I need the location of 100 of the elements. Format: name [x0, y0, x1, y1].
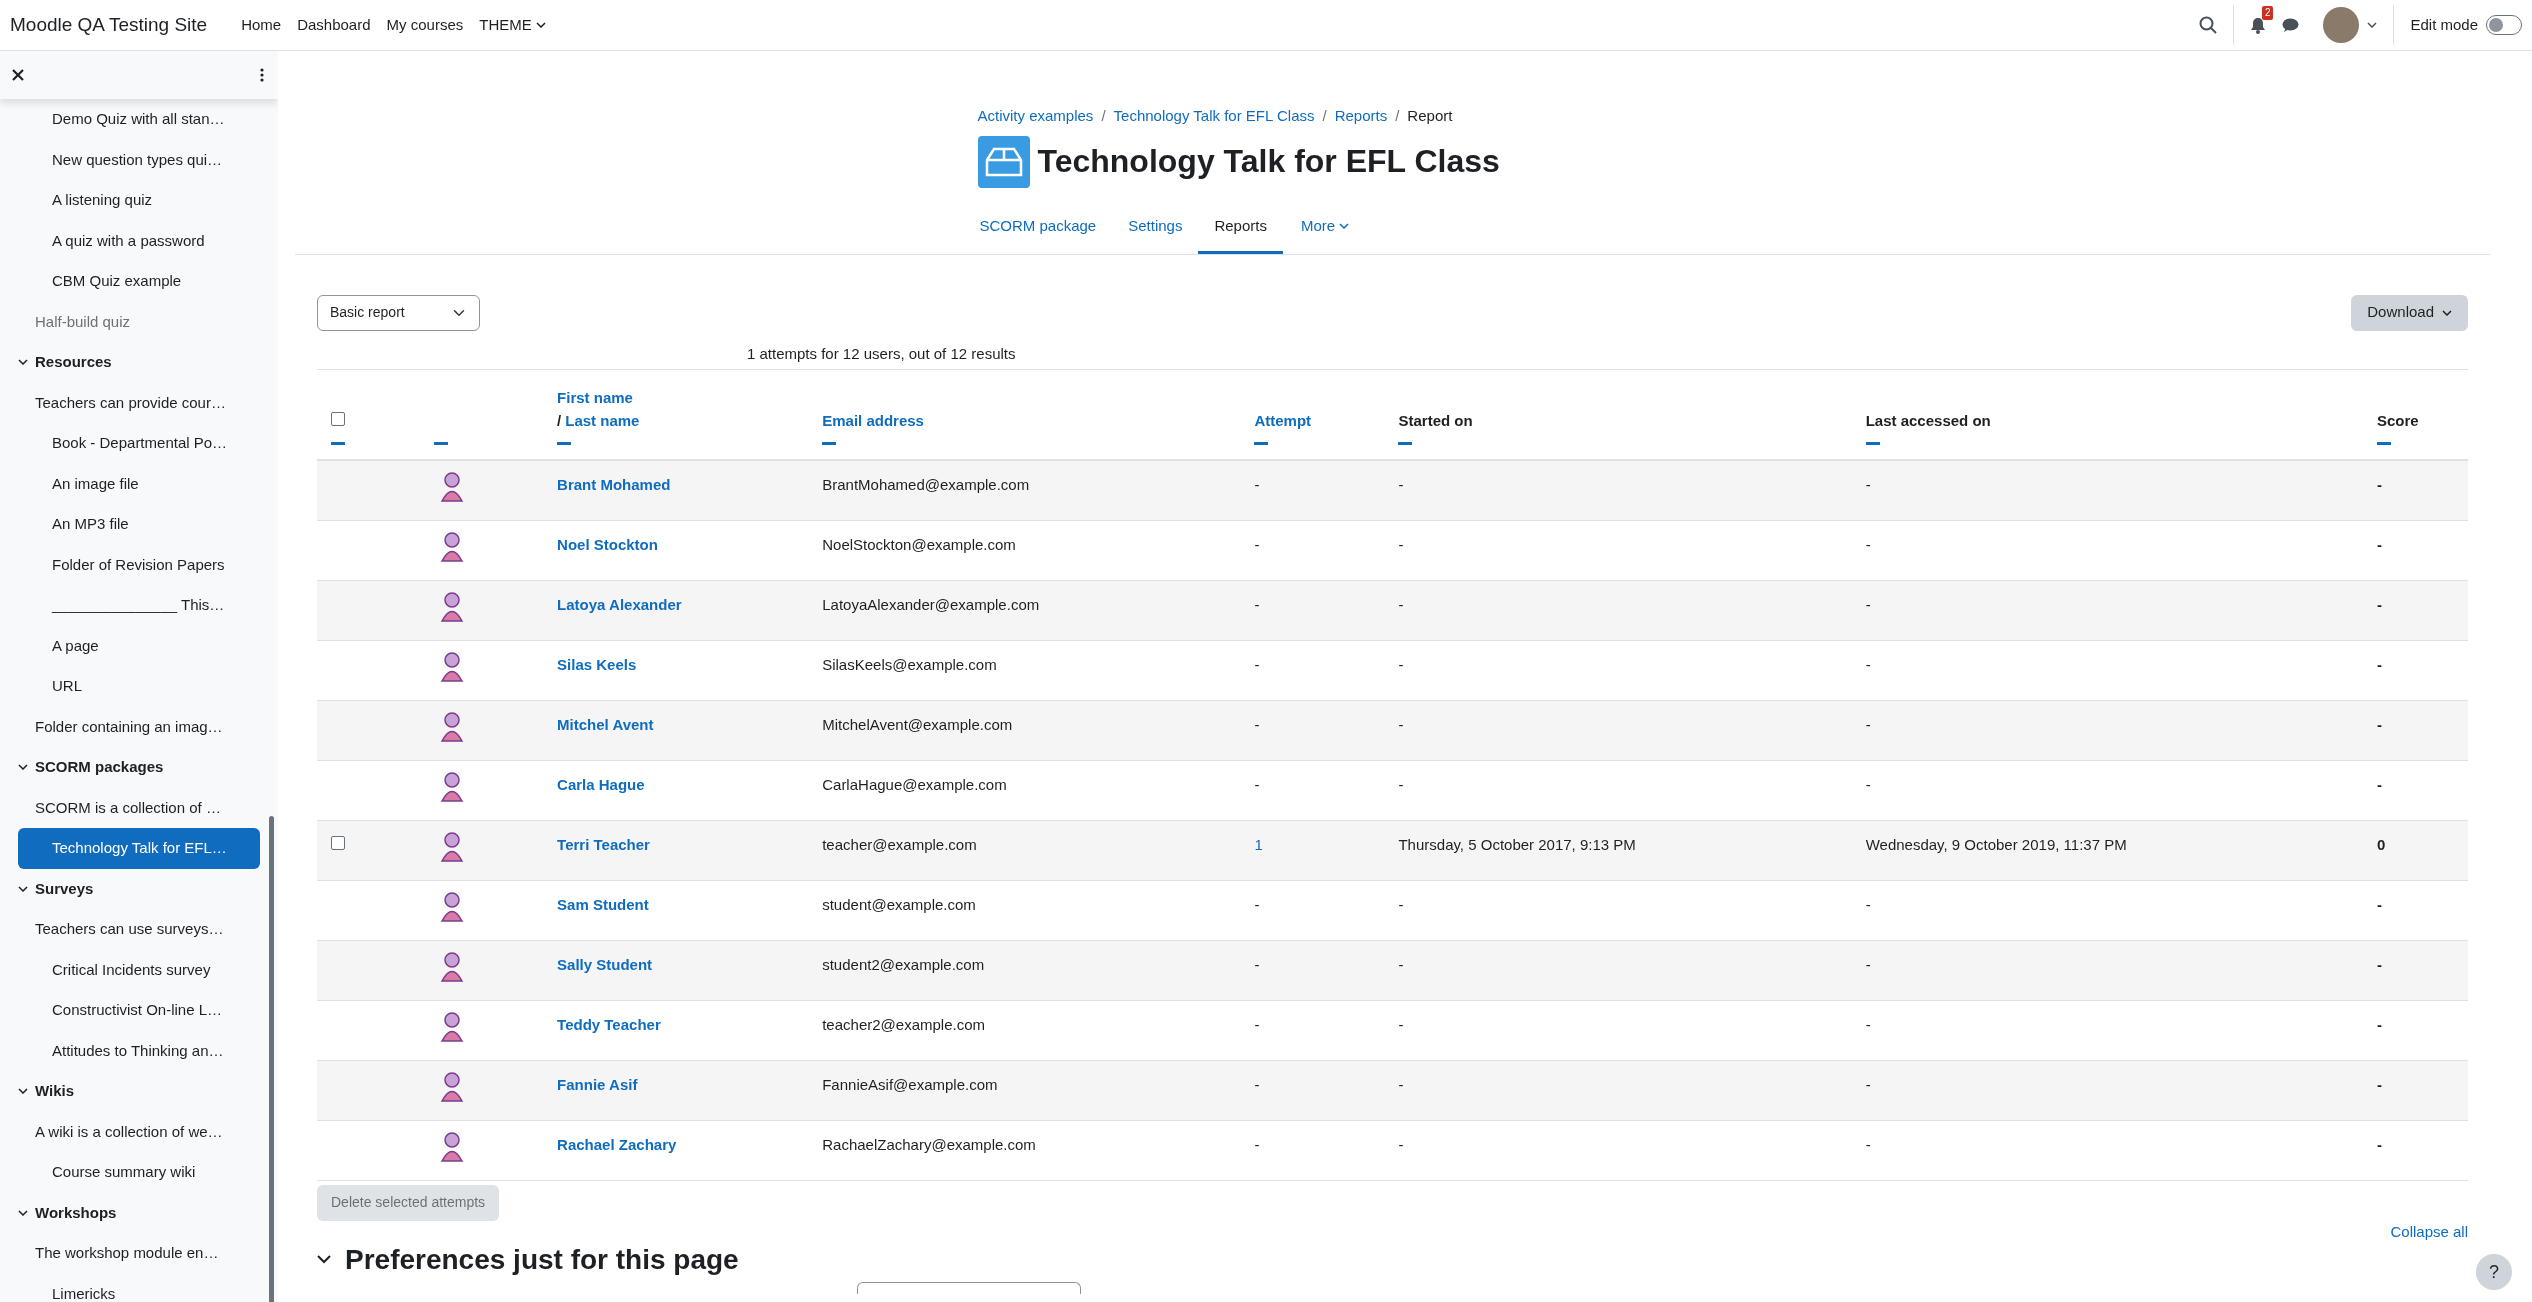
last-accessed-text: -: [1865, 535, 1871, 553]
course-index-item[interactable]: _______________ This…: [18, 585, 260, 626]
course-section[interactable]: Workshops: [18, 1192, 260, 1233]
email-text: NoelStockton@example.com: [822, 535, 1016, 553]
course-index-item[interactable]: URL: [18, 666, 260, 707]
nav-link[interactable]: Dashboard: [297, 13, 371, 37]
email-text: SilasKeels@example.com: [822, 655, 997, 673]
course-index-item[interactable]: Demo Quiz with all stan…: [18, 99, 260, 140]
tab[interactable]: SCORM package: [977, 201, 1099, 254]
course-index-item[interactable]: Attitudes to Thinking an…: [18, 1030, 260, 1071]
started-on-text: -: [1398, 955, 1404, 973]
user-name-link[interactable]: Brant Mohamed: [557, 476, 671, 493]
course-index-item[interactable]: Technology Talk for EFL…: [18, 828, 260, 869]
collapse-column-icon[interactable]: [822, 442, 837, 445]
user-name-link[interactable]: Noel Stockton: [557, 535, 658, 553]
edit-mode-switch[interactable]: [2486, 15, 2522, 35]
chevron-down-icon: [18, 1088, 28, 1095]
course-index-item[interactable]: A page: [18, 625, 260, 666]
tab[interactable]: Reports: [1198, 201, 1283, 254]
user-name-link[interactable]: Latoya Alexander: [557, 595, 682, 613]
score-text: -: [2376, 1075, 2382, 1093]
score-text: 0: [2376, 835, 2386, 853]
close-icon[interactable]: [12, 69, 24, 81]
breadcrumb-link[interactable]: Reports: [1334, 105, 1388, 128]
collapse-all-link[interactable]: Collapse all: [2390, 1220, 2468, 1243]
user-avatar[interactable]: [2323, 7, 2360, 43]
course-index-item[interactable]: Folder containing an imag…: [18, 706, 260, 747]
sort-link[interactable]: Last name: [565, 411, 640, 429]
course-section[interactable]: Wikis: [18, 1071, 260, 1112]
nav-link[interactable]: Home: [241, 13, 282, 37]
course-index-item[interactable]: Critical Incidents survey: [18, 949, 260, 990]
tab[interactable]: Settings: [1126, 201, 1185, 254]
course-index-item[interactable]: An MP3 file: [18, 504, 260, 545]
help-button[interactable]: ?: [2476, 1254, 2512, 1290]
scrollbar[interactable]: [269, 816, 274, 1302]
course-index-item[interactable]: Half-build quiz: [18, 301, 260, 342]
collapse-column-icon[interactable]: [1254, 442, 1269, 445]
download-button[interactable]: Download: [2351, 294, 2468, 331]
course-index-item[interactable]: Teachers can use surveys…: [18, 909, 260, 950]
email-text: student2@example.com: [822, 955, 985, 973]
course-index-item[interactable]: A wiki is a collection of we…: [18, 1111, 260, 1152]
collapse-column-icon[interactable]: [2376, 442, 2391, 445]
user-name-link[interactable]: Sally Student: [557, 955, 653, 973]
score-text: -: [2376, 1015, 2382, 1033]
user-name-link[interactable]: Rachael Zachary: [557, 1135, 677, 1153]
course-index-item[interactable]: Book - Departmental Po…: [18, 423, 260, 464]
course-index-item[interactable]: A quiz with a password: [18, 220, 260, 261]
user-name-link[interactable]: Silas Keels: [557, 655, 637, 673]
collapse-column-icon[interactable]: [434, 442, 449, 445]
started-on-text: -: [1398, 1075, 1404, 1093]
breadcrumb-link[interactable]: Activity examples: [977, 105, 1094, 128]
course-index-item[interactable]: CBM Quiz example: [18, 261, 260, 302]
sort-link[interactable]: Attempt: [1254, 409, 1312, 432]
row-checkbox[interactable]: [331, 835, 345, 850]
course-index-item[interactable]: Teachers can provide cour…: [18, 382, 260, 423]
attempt-value: -: [1254, 595, 1260, 613]
course-section[interactable]: SCORM packages: [18, 747, 260, 788]
email-text: teacher@example.com: [822, 835, 977, 853]
more-options-icon: [260, 68, 264, 82]
score-text: -: [2376, 535, 2382, 553]
nav-link[interactable]: My courses: [386, 13, 464, 37]
user-name-link[interactable]: Sam Student: [557, 895, 649, 913]
nav-link[interactable]: THEME: [479, 13, 546, 37]
course-index-item[interactable]: A listening quiz: [18, 180, 260, 221]
user-name-link[interactable]: Fannie Asif: [557, 1075, 638, 1093]
report-type-select[interactable]: Basic report: [317, 294, 480, 331]
user-name-link[interactable]: Carla Hague: [557, 775, 645, 793]
course-section[interactable]: Resources: [18, 342, 260, 383]
attempt-number-link[interactable]: 1: [1254, 835, 1263, 853]
preferences-heading[interactable]: Preferences just for this page: [317, 1243, 2468, 1277]
started-on-text: -: [1398, 895, 1404, 913]
site-name[interactable]: Moodle QA Testing Site: [10, 10, 208, 40]
started-on-text: -: [1398, 476, 1404, 493]
course-index-item[interactable]: An image file: [18, 463, 260, 504]
course-index-item[interactable]: Limericks: [18, 1273, 260, 1302]
breadcrumb-link[interactable]: Technology Talk for EFL Class: [1113, 105, 1315, 128]
last-accessed-text: -: [1865, 595, 1871, 613]
chevron-down-icon: [2367, 22, 2378, 28]
user-name-link[interactable]: Mitchel Avent: [557, 715, 654, 733]
course-section[interactable]: Surveys: [18, 868, 260, 909]
course-index-item[interactable]: The workshop module en…: [18, 1233, 260, 1274]
input-field[interactable]: [857, 1281, 1081, 1294]
select-all-checkbox[interactable]: [331, 411, 345, 426]
course-index-item[interactable]: Course summary wiki: [18, 1152, 260, 1193]
user-name-link[interactable]: Teddy Teacher: [557, 1015, 661, 1033]
course-index-item[interactable]: SCORM is a collection of …: [18, 787, 260, 828]
collapse-column-icon[interactable]: [557, 442, 572, 445]
course-index-item[interactable]: New question types qui…: [18, 139, 260, 180]
collapse-column-icon[interactable]: [1398, 442, 1413, 445]
started-on-text: -: [1398, 655, 1404, 673]
course-index-item[interactable]: Constructivist On-line L…: [18, 990, 260, 1031]
user-name-link[interactable]: Terri Teacher: [557, 835, 650, 853]
sort-link[interactable]: Email address: [822, 409, 924, 432]
started-on-text: Thursday, 5 October 2017, 9:13 PM: [1398, 835, 1636, 853]
tab[interactable]: More: [1298, 201, 1352, 254]
collapse-column-icon[interactable]: [1865, 442, 1880, 445]
attempt-value: -: [1254, 1135, 1260, 1153]
sort-link[interactable]: First name: [557, 387, 633, 410]
last-accessed-text: -: [1865, 655, 1871, 673]
course-index-item[interactable]: Folder of Revision Papers: [18, 544, 260, 585]
